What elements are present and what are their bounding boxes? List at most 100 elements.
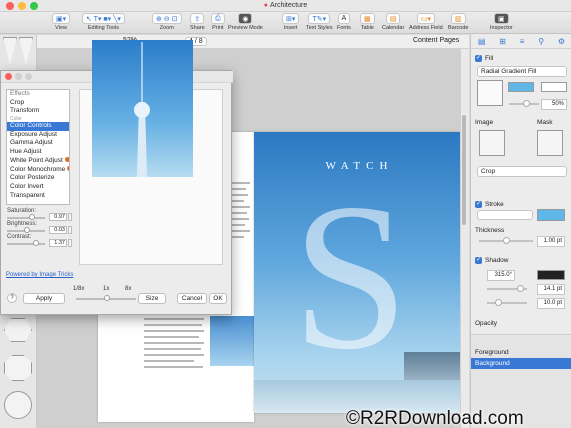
shadow-toggle[interactable]: ✓ Shadow [475, 257, 509, 264]
apply-button[interactable]: Apply [23, 293, 65, 304]
effect-label: Gamma Adjust [10, 139, 53, 147]
fonts-button[interactable]: A Fonts [337, 13, 351, 31]
slider-knob[interactable] [517, 285, 524, 292]
effect-item[interactable]: Color Monochrome [7, 165, 69, 175]
size-button[interactable]: Size [138, 293, 166, 304]
brightness-slider[interactable] [7, 227, 45, 233]
ok-button[interactable]: OK [209, 293, 227, 304]
effect-item[interactable]: Color Posterize [7, 174, 69, 183]
effect-label: Effects [10, 90, 30, 97]
maximize-window-button[interactable] [30, 2, 38, 10]
hexagon-shape[interactable] [4, 318, 32, 342]
effects-list[interactable]: Effects Crop Transform Color Color Controls E… [6, 89, 70, 205]
thickness-field[interactable]: 1.00 pt [537, 236, 565, 247]
effect-item[interactable]: Gamma Adjust [7, 139, 69, 148]
print-button[interactable]: ⎙ Print [211, 13, 225, 31]
content-pages-popup[interactable]: Content Pages [413, 37, 459, 44]
effect-item[interactable]: Transparent [7, 192, 69, 201]
brightness-field[interactable]: 0.03 [49, 226, 67, 234]
shadow-offset-slider[interactable] [487, 285, 527, 292]
effect-item[interactable]: Exposure Adjust [7, 131, 69, 140]
saturation-field[interactable]: 0.97 [49, 213, 67, 221]
slider-knob[interactable] [24, 227, 30, 233]
gradient-end-color[interactable] [541, 82, 567, 92]
shadow-blur-field[interactable]: 10.0 pt [537, 298, 565, 309]
effect-item[interactable]: Color Controls [7, 122, 69, 131]
layer-background[interactable]: Background [471, 358, 571, 369]
zoom-group[interactable]: ⊕ ⊖ ⊡ Zoom [152, 13, 182, 31]
shadow-angle-field[interactable]: 315.0° [487, 270, 515, 281]
contrast-slider[interactable] [7, 240, 45, 246]
octagon-shape[interactable] [4, 355, 32, 381]
gradient-start-color[interactable] [508, 82, 534, 92]
close-window-button[interactable] [6, 2, 14, 10]
right-page-photo[interactable]: WATCH S [254, 132, 465, 413]
slider-knob[interactable] [495, 299, 502, 306]
dialog-minimize-button[interactable] [15, 73, 22, 80]
help-button[interactable]: ? [7, 293, 17, 303]
stroke-color-well[interactable] [537, 209, 565, 221]
powered-by-link[interactable]: Powered by Image Tricks [6, 272, 73, 278]
dialog-close-button[interactable] [5, 73, 12, 80]
fill-type-select[interactable]: Radial Gradient Fill [477, 66, 567, 77]
editing-tools-group[interactable]: ↖ T▾ ■▾ ╲▾ Editing Tools [82, 13, 125, 31]
effect-item[interactable]: Transform [7, 107, 69, 116]
effect-item[interactable]: Crop [7, 99, 69, 108]
preview-zoom-slider[interactable] [76, 295, 136, 301]
calendar-label: Calendar [382, 25, 405, 31]
inspector-button[interactable]: ▣ Inspector [490, 13, 513, 31]
shadow-offset-field[interactable]: 14.1 pt [537, 284, 565, 295]
saturation-stepper[interactable] [68, 213, 72, 221]
scrollbar-thumb[interactable] [462, 115, 466, 225]
crop-select[interactable]: Crop [477, 166, 567, 177]
gradient-center-well[interactable] [477, 80, 503, 106]
tower-thumbnail[interactable] [210, 316, 255, 366]
contrast-field[interactable]: 1.37 [49, 239, 67, 247]
barcode-button[interactable]: ▥ Barcode [448, 13, 469, 31]
image-well[interactable] [479, 130, 505, 156]
share-button[interactable]: ⇪ Share [190, 13, 205, 31]
shadow-blur-slider[interactable] [487, 299, 527, 306]
slider-knob[interactable] [104, 295, 110, 301]
thickness-slider[interactable] [479, 237, 533, 244]
contrast-stepper[interactable] [68, 239, 72, 247]
dialog-zoom-button[interactable] [25, 73, 32, 80]
effect-item[interactable]: White Point Adjust [7, 156, 69, 166]
settings-tab-icon[interactable]: ⚙ [558, 37, 565, 46]
gradient-percent-field[interactable]: 50% [541, 99, 567, 110]
gradient-slider[interactable] [509, 100, 539, 107]
minimize-window-button[interactable] [18, 2, 26, 10]
shadow-color-well[interactable] [537, 270, 565, 280]
saturation-slider[interactable] [7, 214, 45, 220]
circle-shape[interactable] [4, 391, 32, 419]
vertical-scrollbar[interactable] [460, 49, 469, 428]
document-tab-icon[interactable]: ▤ [478, 37, 486, 46]
view-button[interactable]: ▣▾ View [52, 13, 71, 31]
effect-label: Exposure Adjust [10, 130, 57, 138]
stroke-style-select[interactable] [477, 210, 533, 220]
slider-knob[interactable] [503, 237, 510, 244]
slider-knob[interactable] [29, 214, 35, 220]
brightness-label: Brightness: [7, 221, 38, 227]
layout-tab-icon[interactable]: ⊞ [499, 37, 506, 46]
text-tab-icon[interactable]: ≡ [520, 37, 525, 46]
insert-button[interactable]: ⊞▾ Insert [282, 13, 300, 31]
effect-item[interactable]: Color Invert [7, 183, 69, 192]
calendar-button[interactable]: ▤ Calendar [382, 13, 404, 31]
brightness-stepper[interactable] [68, 226, 72, 234]
address-field-button[interactable]: ▭▾ Address Field [409, 13, 443, 31]
triangle-shape[interactable] [3, 37, 17, 65]
effect-item[interactable]: Hue Adjust [7, 148, 69, 157]
preview-mode-button[interactable]: ◉ Preview Mode [228, 13, 263, 31]
cancel-button[interactable]: Cancel [177, 293, 207, 304]
slider-knob[interactable] [33, 240, 39, 246]
table-button[interactable]: ▦ Table [360, 13, 375, 31]
triangle-shape[interactable] [19, 37, 33, 65]
mask-well[interactable] [537, 130, 563, 156]
slider-knob[interactable] [523, 100, 530, 107]
fill-toggle[interactable]: ✓ Fill [475, 55, 493, 62]
shape-tab-icon[interactable]: ⚲ [538, 37, 544, 46]
text-styles-button[interactable]: T✎▾ Text Styles [306, 13, 333, 31]
layer-foreground[interactable]: Foreground [471, 347, 571, 358]
stroke-toggle[interactable]: ✓ Stroke [475, 201, 504, 208]
